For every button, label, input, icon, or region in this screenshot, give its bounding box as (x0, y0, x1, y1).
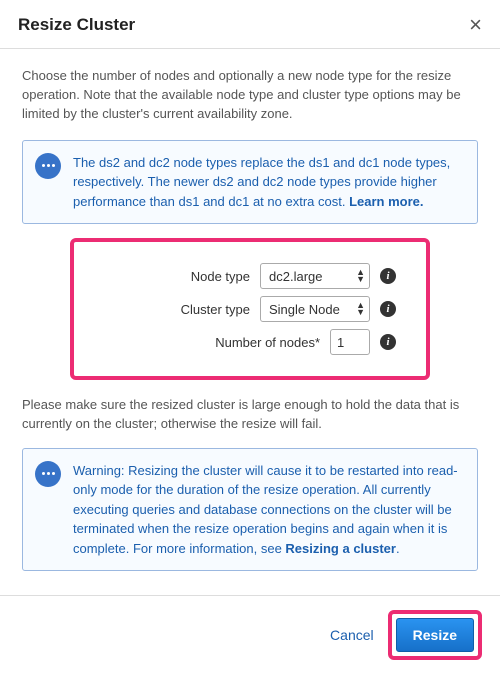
select-arrows-icon: ▲▼ (356, 302, 365, 316)
modal-footer: Cancel Resize (0, 595, 500, 674)
info-bubble-icon (35, 153, 61, 179)
num-nodes-row: Number of nodes* 1 i (84, 329, 396, 355)
resize-cluster-modal: Resize Cluster × Choose the number of no… (0, 0, 500, 674)
restart-warning-text: Warning: Resizing the cluster will cause… (73, 463, 458, 556)
num-nodes-label: Number of nodes* (180, 335, 320, 350)
cluster-type-value: Single Node (269, 302, 340, 317)
info-icon[interactable]: i (380, 334, 396, 350)
resize-button[interactable]: Resize (396, 618, 474, 652)
resize-highlight-box: Resize (388, 610, 482, 660)
form-highlight-box: Node type dc2.large ▲▼ i Cluster type Si… (70, 238, 430, 380)
node-type-tip: The ds2 and dc2 node types replace the d… (22, 140, 478, 225)
close-icon[interactable]: × (469, 14, 482, 36)
resizing-cluster-link[interactable]: Resizing a cluster (285, 541, 396, 556)
node-type-value: dc2.large (269, 269, 322, 284)
size-warning-text: Please make sure the resized cluster is … (22, 396, 478, 434)
node-type-row: Node type dc2.large ▲▼ i (84, 263, 396, 289)
num-nodes-value: 1 (337, 335, 344, 350)
cluster-type-select[interactable]: Single Node ▲▼ (260, 296, 370, 322)
restart-warning-box: Warning: Resizing the cluster will cause… (22, 448, 478, 572)
info-icon[interactable]: i (380, 301, 396, 317)
modal-header: Resize Cluster × (0, 0, 500, 49)
node-type-label: Node type (110, 269, 250, 284)
node-type-select[interactable]: dc2.large ▲▼ (260, 263, 370, 289)
learn-more-link[interactable]: Learn more. (349, 194, 423, 209)
intro-text: Choose the number of nodes and optionall… (22, 67, 478, 124)
cancel-button[interactable]: Cancel (330, 627, 374, 643)
modal-title: Resize Cluster (18, 15, 135, 35)
info-icon[interactable]: i (380, 268, 396, 284)
modal-body: Choose the number of nodes and optionall… (0, 49, 500, 595)
info-bubble-icon (35, 461, 61, 487)
cluster-type-row: Cluster type Single Node ▲▼ i (84, 296, 396, 322)
cluster-type-label: Cluster type (110, 302, 250, 317)
restart-warning-suffix: . (396, 541, 400, 556)
select-arrows-icon: ▲▼ (356, 269, 365, 283)
num-nodes-input[interactable]: 1 (330, 329, 370, 355)
